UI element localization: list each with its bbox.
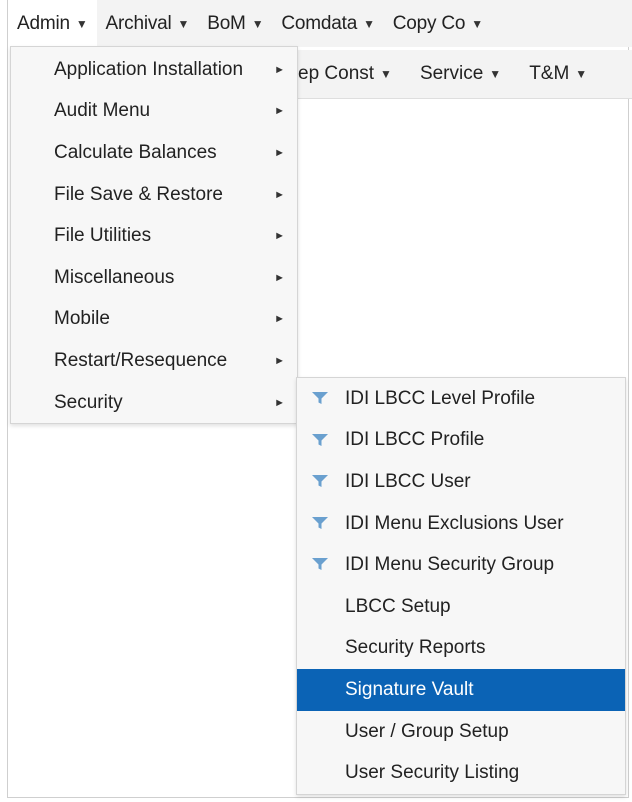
security-item-idi-menu-exclusions-user[interactable]: IDI Menu Exclusions User	[297, 503, 625, 545]
menu-copy-co[interactable]: Copy Co ▼	[384, 0, 492, 47]
security-item-label: IDI LBCC User	[345, 470, 471, 492]
submenu-arrow-icon: ►	[274, 396, 285, 409]
security-item-label: Security Reports	[345, 637, 486, 659]
submenu-arrow-icon: ►	[274, 313, 285, 326]
admin-item-audit-menu[interactable]: Audit Menu ►	[11, 91, 297, 133]
caret-down-icon: ▼	[251, 16, 264, 31]
secondary-menubar: ep Const ▼ Service ▼ T&M ▼	[260, 50, 632, 99]
filter-icon	[312, 433, 328, 446]
admin-item-security[interactable]: Security ►	[11, 382, 297, 424]
menu-admin[interactable]: Admin ▼	[8, 0, 97, 47]
admin-item-label: File Save & Restore	[54, 183, 223, 205]
submenu-arrow-icon: ►	[274, 271, 285, 284]
menu-comdata-label: Comdata	[281, 12, 358, 34]
caret-down-icon: ▼	[471, 16, 483, 31]
admin-item-miscellaneous[interactable]: Miscellaneous ►	[11, 257, 297, 299]
admin-item-mobile[interactable]: Mobile ►	[11, 299, 297, 341]
admin-item-restart-resequence[interactable]: Restart/Resequence ►	[11, 340, 297, 382]
admin-dropdown-menu: Application Installation ► Audit Menu ► …	[10, 46, 298, 425]
admin-item-label: File Utilities	[54, 225, 152, 247]
admin-item-label: Audit Menu	[54, 100, 151, 122]
submenu-arrow-icon: ►	[274, 230, 285, 243]
security-item-security-reports[interactable]: Security Reports	[297, 628, 625, 670]
caret-down-icon: ▼	[363, 16, 375, 31]
security-item-label: IDI LBCC Profile	[345, 429, 485, 451]
caret-down-icon: ▼	[177, 16, 190, 31]
admin-item-file-save-restore[interactable]: File Save & Restore ►	[11, 174, 297, 216]
security-item-label: User Security Listing	[345, 762, 520, 784]
menu-archival-label: Archival	[105, 12, 172, 34]
security-item-label: IDI Menu Security Group	[345, 554, 555, 576]
admin-item-calculate-balances[interactable]: Calculate Balances ►	[11, 132, 297, 174]
security-item-user-security-listing[interactable]: User Security Listing	[297, 752, 625, 794]
security-item-label: IDI LBCC Level Profile	[345, 387, 536, 409]
caret-down-icon: ▼	[75, 16, 88, 31]
admin-item-label: Calculate Balances	[54, 141, 217, 163]
admin-item-application-installation[interactable]: Application Installation ►	[11, 49, 297, 91]
menu-copy-co-label: Copy Co	[392, 12, 466, 34]
security-item-label: Signature Vault	[345, 678, 474, 700]
security-item-idi-lbcc-user[interactable]: IDI LBCC User	[297, 461, 625, 503]
submenu-arrow-icon: ►	[274, 188, 285, 201]
filter-icon	[312, 558, 328, 571]
admin-item-label: Restart/Resequence	[54, 349, 228, 371]
submenu-arrow-icon: ►	[274, 354, 285, 367]
admin-item-label: Miscellaneous	[54, 266, 175, 288]
admin-item-label: Application Installation	[54, 58, 244, 80]
security-item-signature-vault[interactable]: Signature Vault	[297, 669, 625, 711]
security-item-label: User / Group Setup	[345, 720, 509, 742]
security-item-idi-lbcc-level-profile[interactable]: IDI LBCC Level Profile	[297, 378, 625, 420]
admin-item-label: Security	[54, 391, 123, 413]
submenu-arrow-icon: ►	[274, 105, 285, 118]
admin-item-file-utilities[interactable]: File Utilities ►	[11, 215, 297, 257]
caret-down-icon: ▼	[380, 67, 392, 81]
security-submenu: IDI LBCC Level Profile IDI LBCC Profile …	[296, 377, 626, 795]
submenu-arrow-icon: ►	[274, 146, 285, 159]
admin-item-label: Mobile	[54, 308, 110, 330]
menu-archival[interactable]: Archival ▼	[97, 0, 199, 47]
filter-icon	[312, 392, 328, 404]
security-item-label: IDI Menu Exclusions User	[345, 512, 564, 534]
menu-service-label: Service	[419, 63, 484, 84]
security-item-idi-menu-security-group[interactable]: IDI Menu Security Group	[297, 544, 625, 586]
caret-down-icon: ▼	[575, 67, 588, 81]
caret-down-icon: ▼	[489, 67, 502, 81]
menu-comdata[interactable]: Comdata ▼	[272, 0, 383, 47]
menu-bom[interactable]: BoM ▼	[198, 0, 272, 47]
menu-service[interactable]: Service ▼	[406, 50, 515, 98]
menu-tm[interactable]: T&M ▼	[515, 50, 601, 98]
top-menubar: Admin ▼ Archival ▼ BoM ▼ Comdata ▼ Copy …	[8, 0, 632, 47]
security-item-idi-lbcc-profile[interactable]: IDI LBCC Profile	[297, 420, 625, 462]
submenu-arrow-icon: ►	[274, 63, 285, 76]
menu-admin-label: Admin	[17, 12, 70, 34]
menu-dep-const-label: ep Const	[298, 63, 375, 84]
menu-bom-label: BoM	[207, 12, 246, 34]
security-item-lbcc-setup[interactable]: LBCC Setup	[297, 586, 625, 628]
security-item-user-group-setup[interactable]: User / Group Setup	[297, 711, 625, 753]
menu-tm-label: T&M	[529, 63, 570, 84]
filter-icon	[312, 516, 328, 529]
filter-icon	[312, 475, 328, 488]
security-item-label: LBCC Setup	[345, 595, 451, 617]
